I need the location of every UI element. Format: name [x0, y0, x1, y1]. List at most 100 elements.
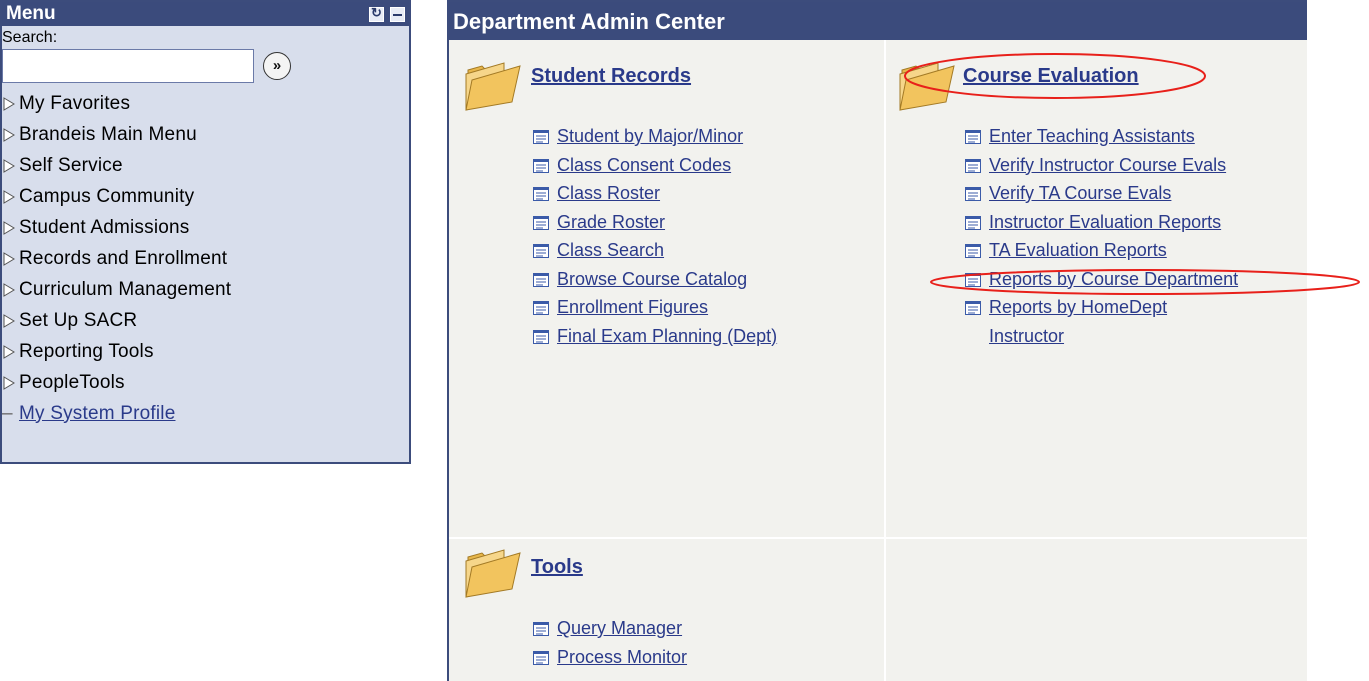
link-enter-teaching-assistants[interactable]: Enter Teaching Assistants	[965, 126, 1238, 155]
link-text: Query Manager	[557, 618, 683, 638]
course-evaluation-title[interactable]: Course Evaluation	[963, 65, 1139, 88]
link-grade-roster[interactable]: Grade Roster	[533, 212, 777, 241]
menu-item-label: Set Up SACR	[19, 309, 138, 331]
folder-icon	[465, 549, 521, 598]
link-browse-course-catalog[interactable]: Browse Course Catalog	[533, 269, 777, 298]
menu-item-campus-community[interactable]: Campus Community	[2, 181, 409, 212]
menu-item-label: Self Service	[19, 154, 123, 176]
search-row: »	[2, 48, 409, 84]
folder-icon	[899, 62, 955, 111]
triangle-right-icon	[2, 220, 19, 235]
triangle-right-icon	[2, 282, 19, 297]
triangle-right-icon	[2, 96, 19, 111]
menu-item-brandeis-main-menu[interactable]: Brandeis Main Menu	[2, 119, 409, 150]
tools-title[interactable]: Tools	[531, 556, 583, 579]
link-text: Verify TA Course Evals	[989, 183, 1172, 203]
admin-center-title: Department Admin Center	[449, 0, 1307, 40]
link-class-search[interactable]: Class Search	[533, 240, 777, 269]
page-icon	[533, 272, 549, 287]
page-icon	[965, 244, 981, 258]
link-text: TA Evaluation Reports	[989, 240, 1167, 260]
menu-item-label: PeopleTools	[19, 371, 125, 393]
my-system-profile-link[interactable]: My System Profile	[19, 403, 176, 425]
menu-item-set-up-sacr[interactable]: Set Up SACR	[2, 305, 409, 336]
triangle-right-icon	[2, 127, 19, 142]
menu-item-label: Records and Enrollment	[19, 247, 228, 269]
menu-item-label: Brandeis Main Menu	[19, 123, 197, 145]
menu-header: Menu	[2, 2, 409, 26]
menu-item-label: Campus Community	[19, 185, 195, 207]
link-ta-evaluation-reports[interactable]: TA Evaluation Reports	[965, 240, 1238, 269]
menu-item-my-favorites[interactable]: My Favorites	[2, 88, 409, 119]
link-text: Instructor Evaluation Reports	[989, 211, 1222, 232]
link-text: Final Exam Planning (Dept)	[557, 325, 778, 346]
search-label: Search:	[2, 29, 58, 46]
menu-item-self-service[interactable]: Self Service	[2, 150, 409, 181]
link-text: Reports by HomeDept Instructor	[989, 297, 1168, 346]
link-text: Grade Roster	[557, 211, 666, 232]
menu-item-peopletools[interactable]: PeopleTools	[2, 367, 409, 398]
link-query-manager[interactable]: Query Manager	[533, 618, 687, 647]
link-class-consent-codes[interactable]: Class Consent Codes	[533, 155, 777, 184]
link-final-exam-planning[interactable]: Final Exam Planning (Dept)	[533, 326, 777, 355]
link-text: Class Search	[557, 240, 665, 260]
divider	[884, 40, 886, 681]
triangle-right-icon	[2, 344, 19, 359]
divider	[449, 537, 1307, 539]
search-input[interactable]	[2, 49, 254, 83]
page-icon	[965, 130, 981, 144]
student-records-title[interactable]: Student Records	[531, 65, 691, 88]
minimize-icon[interactable]	[390, 6, 405, 22]
page-icon	[533, 301, 549, 315]
page-icon	[533, 215, 549, 230]
menu-item-label: Reporting Tools	[19, 340, 154, 362]
menu-list: My Favorites Brandeis Main Menu Self Ser…	[2, 88, 409, 429]
page-icon	[533, 187, 549, 201]
page-icon	[533, 244, 549, 258]
refresh-icon[interactable]	[369, 5, 384, 22]
menu-item-label: Curriculum Management	[19, 278, 232, 300]
page-icon	[965, 301, 981, 315]
link-text: Process Monitor	[557, 646, 688, 667]
link-verify-ta-course-evals[interactable]: Verify TA Course Evals	[965, 183, 1238, 212]
triangle-right-icon	[2, 375, 19, 390]
link-enrollment-figures[interactable]: Enrollment Figures	[533, 297, 777, 326]
menu-item-reporting-tools[interactable]: Reporting Tools	[2, 336, 409, 367]
triangle-right-icon	[2, 313, 19, 328]
link-verify-instructor-course-evals[interactable]: Verify Instructor Course Evals	[965, 155, 1238, 184]
menu-title: Menu	[6, 3, 56, 24]
triangle-right-icon	[2, 251, 19, 266]
link-text: Enrollment Figures	[557, 297, 709, 317]
link-reports-by-homedept-instructor[interactable]: Reports by HomeDept Instructor	[965, 297, 1238, 351]
link-process-monitor[interactable]: Process Monitor	[533, 647, 687, 676]
link-text: Browse Course Catalog	[557, 268, 748, 289]
page-icon	[965, 158, 981, 173]
link-instructor-evaluation-reports[interactable]: Instructor Evaluation Reports	[965, 212, 1238, 241]
page-icon	[533, 650, 549, 665]
link-text: Enter Teaching Assistants	[989, 126, 1195, 146]
menu-item-my-system-profile[interactable]: – My System Profile	[2, 398, 409, 429]
page-icon	[965, 187, 981, 201]
link-text: Verify Instructor Course Evals	[989, 154, 1227, 175]
menu-item-curriculum-management[interactable]: Curriculum Management	[2, 274, 409, 305]
menu-item-records-and-enrollment[interactable]: Records and Enrollment	[2, 243, 409, 274]
page-icon	[533, 130, 549, 144]
page-icon	[533, 329, 549, 344]
link-class-roster[interactable]: Class Roster	[533, 183, 777, 212]
link-text: Student by Major/Minor	[557, 126, 744, 146]
triangle-right-icon	[2, 189, 19, 204]
student-records-links: Student by Major/Minor Class Consent Cod…	[533, 126, 777, 354]
menu-panel: Menu Search: » My Favorites Brandeis Mai…	[0, 0, 411, 464]
page-icon	[533, 622, 549, 636]
page-icon	[965, 215, 981, 230]
menu-item-student-admissions[interactable]: Student Admissions	[2, 212, 409, 243]
search-go-button[interactable]: »	[263, 52, 291, 80]
link-text: Reports by Course Department	[989, 268, 1239, 289]
admin-grid: Student Records Student by Major/Minor C…	[449, 40, 1307, 681]
triangle-right-icon	[2, 158, 19, 173]
page-icon	[965, 272, 981, 287]
tools-links: Query Manager Process Monitor	[533, 618, 687, 675]
page-icon	[533, 158, 549, 173]
dash-icon: –	[2, 402, 13, 424]
link-student-by-major-minor[interactable]: Student by Major/Minor	[533, 126, 777, 155]
